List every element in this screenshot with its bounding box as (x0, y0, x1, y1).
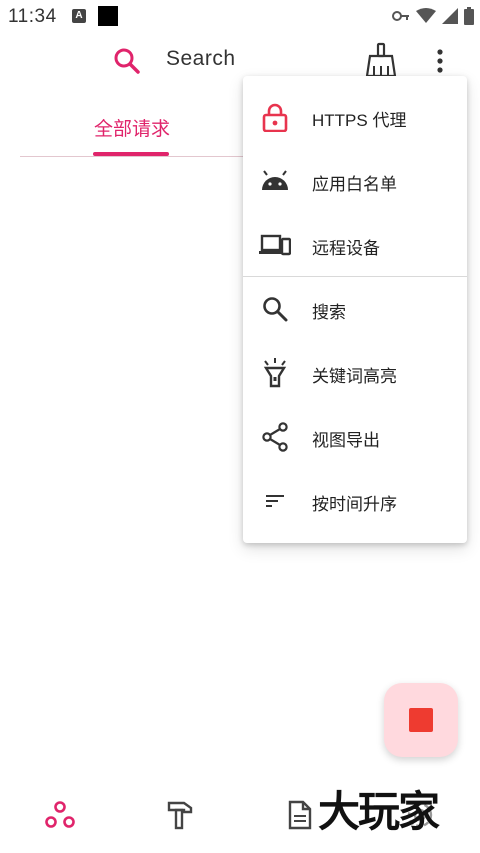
android-icon (259, 165, 291, 197)
menu-item-remote-devices[interactable]: 远程设备 (243, 213, 467, 277)
lock-icon (259, 101, 291, 133)
menu-item-label: 关键词高亮 (312, 367, 397, 386)
menu-item-label: 远程设备 (312, 239, 380, 258)
devices-icon (259, 229, 291, 261)
graph-icon[interactable] (43, 798, 77, 832)
wifi-icon (416, 8, 436, 23)
signal-icon (442, 8, 458, 24)
menu-item-label: 视图导出 (312, 431, 380, 450)
menu-item-label: 按时间升序 (312, 495, 397, 514)
stop-icon (409, 708, 433, 732)
a-badge-icon: A (72, 9, 86, 23)
status-bar: 11:34 A (0, 0, 480, 34)
menu-item-search[interactable]: 搜索 (243, 277, 467, 341)
key-icon (392, 11, 409, 21)
menu-item-label: 搜索 (312, 303, 346, 322)
more-vert-icon[interactable] (428, 46, 452, 76)
menu-item-sort-time-asc[interactable]: 按时间升序 (243, 469, 467, 533)
menu-item-label: HTTPS 代理 (312, 111, 407, 130)
stop-capture-button[interactable] (384, 683, 458, 757)
hammer-icon[interactable] (163, 798, 197, 832)
menu-item-app-whitelist[interactable]: 应用白名单 (243, 149, 467, 213)
tab-all-requests[interactable]: 全部请求 (94, 114, 170, 141)
battery-icon (464, 7, 474, 25)
menu-item-https-proxy[interactable]: HTTPS 代理 (243, 85, 467, 149)
overflow-menu: HTTPS 代理 应用白名单 远程设备 搜索 关键词高亮 视图导出 按时间升序 (243, 76, 467, 543)
broom-icon[interactable] (364, 42, 398, 78)
search-icon (259, 293, 291, 325)
status-time: 11:34 (8, 6, 57, 27)
status-icons (392, 7, 474, 25)
highlight-icon (259, 357, 291, 389)
document-icon[interactable] (283, 798, 317, 832)
menu-item-view-export[interactable]: 视图导出 (243, 405, 467, 469)
menu-item-label: 应用白名单 (312, 175, 397, 194)
search-icon[interactable] (112, 46, 142, 76)
watermark-logo: 大玩家 (318, 787, 440, 836)
menu-item-keyword-highlight[interactable]: 关键词高亮 (243, 341, 467, 405)
search-input[interactable]: Search (166, 47, 236, 71)
share-icon (259, 421, 291, 453)
black-square-icon (98, 6, 118, 26)
sort-icon (259, 485, 291, 517)
